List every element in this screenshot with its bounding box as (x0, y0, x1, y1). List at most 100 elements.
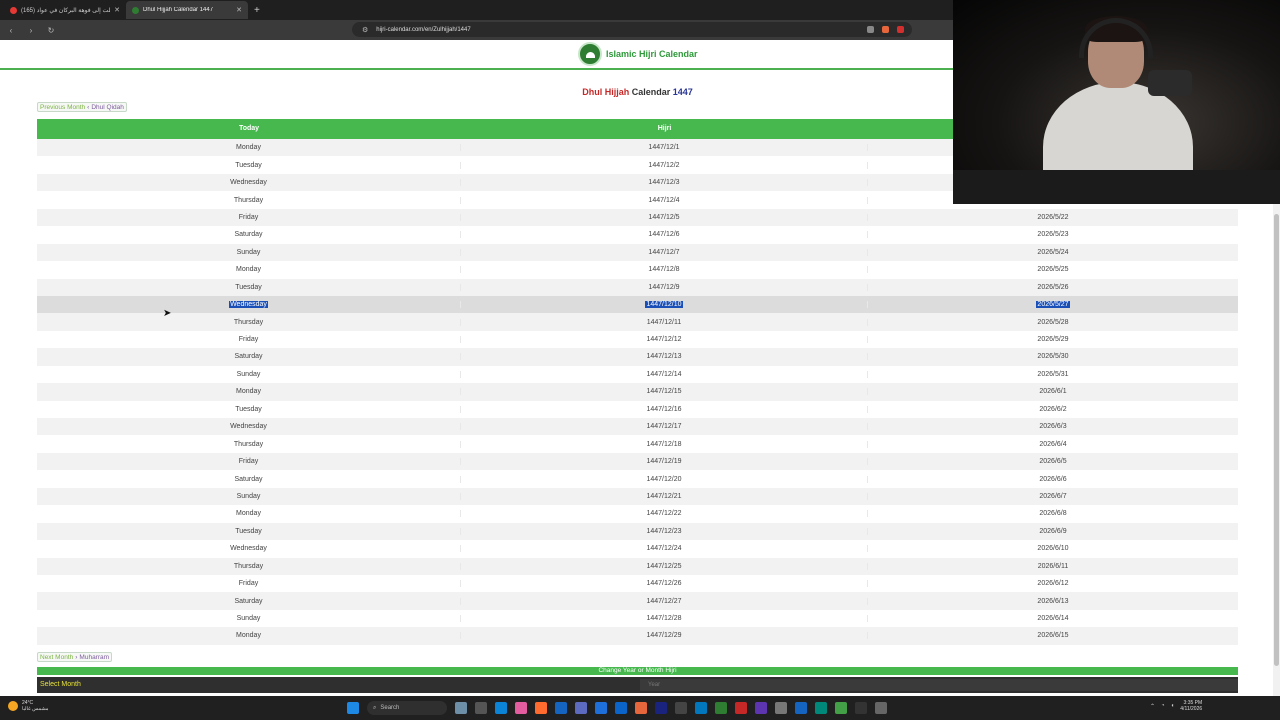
hijri-date-cell-text: 1447/12/19 (646, 458, 682, 466)
day-cell: Thursday (37, 196, 461, 204)
gregorian-date-cell: 2026/5/25 (868, 266, 1238, 273)
day-cell-text: Monday (236, 266, 261, 274)
day-cell-text: Wednesday (230, 545, 267, 553)
brave-icon[interactable] (635, 702, 647, 714)
start-icon[interactable] (347, 702, 359, 714)
photoshop-icon[interactable] (655, 702, 667, 714)
address-bar[interactable]: ⚙ hijri-calendar.com/en/Zulhijjah/1447 (352, 22, 912, 37)
gregorian-date-cell: 2026/5/31 (868, 371, 1238, 378)
hijri-date-cell: 1447/12/1 (461, 144, 868, 152)
close-icon[interactable]: ✕ (236, 6, 242, 14)
obs-icon[interactable] (735, 702, 747, 714)
site-logo[interactable]: Islamic Hijri Calendar (578, 42, 698, 66)
hijri-date-cell: 1447/12/9 (461, 283, 868, 291)
chrome-icon[interactable] (795, 702, 807, 714)
hijri-date-cell-text: 1447/12/11 (646, 318, 682, 326)
day-cell: Wednesday (37, 545, 461, 553)
day-cell-text: Friday (238, 336, 259, 344)
teams-icon[interactable] (755, 702, 767, 714)
rewards-icon[interactable] (897, 26, 904, 33)
hijri-date-cell: 1447/12/21 (461, 492, 868, 500)
day-cell: Monday (37, 266, 461, 274)
gregorian-date-cell-text: 2026/6/11 (1037, 562, 1069, 570)
day-cell: Monday (37, 388, 461, 396)
select-month-dropdown[interactable]: Select Month (40, 681, 81, 688)
hijri-date-cell-text: 1447/12/13 (646, 353, 682, 361)
gregorian-date-cell-text: 2026/6/7 (1039, 492, 1067, 500)
forward-icon[interactable]: › (26, 26, 36, 35)
table-row: Friday 1447/12/12 2026/5/29 (37, 331, 1238, 348)
day-cell-text: Saturday (234, 475, 263, 483)
hijri-date-cell: 1447/12/23 (461, 527, 868, 535)
gregorian-date-cell: 2026/6/13 (868, 598, 1238, 605)
reload-icon[interactable]: ↻ (46, 26, 56, 35)
hijri-date-cell-text: 1447/12/21 (646, 492, 682, 500)
outlook-icon[interactable] (615, 702, 627, 714)
hijri-date-cell: 1447/12/13 (461, 353, 868, 361)
tab-title: (165) وصلت إلى فوهة البركان في عواد (21, 7, 111, 14)
gregorian-date-cell-text: 2026/6/12 (1037, 580, 1069, 588)
day-cell-text: Thursday (233, 440, 264, 448)
vscode-icon[interactable] (695, 702, 707, 714)
steam-icon[interactable] (555, 702, 567, 714)
share-icon[interactable] (867, 26, 874, 33)
microphone (1148, 70, 1192, 96)
new-tab-icon[interactable]: + (248, 5, 266, 16)
edge-icon[interactable] (495, 702, 507, 714)
table-row: Saturday 1447/12/20 2026/6/6 (37, 470, 1238, 487)
hijri-date-cell-text: 1447/12/28 (646, 615, 682, 623)
hijri-date-cell-text: 1447/12/15 (646, 388, 682, 396)
settings-icon[interactable] (775, 702, 787, 714)
network-icon[interactable]: ◔ (1161, 703, 1165, 709)
day-cell: Wednesday (37, 301, 461, 309)
volume-icon[interactable]: ◖ (1171, 703, 1175, 709)
widgets-icon[interactable] (455, 702, 467, 714)
clock[interactable]: 3:35 PM 4/11/2026 (1180, 700, 1202, 712)
hijri-date-cell-text: 1447/12/26 (646, 580, 682, 588)
file-explorer-icon[interactable] (475, 702, 487, 714)
day-cell: Sunday (37, 615, 461, 623)
next-month-link[interactable]: Next Month › Muharram (37, 652, 113, 662)
hijri-date-cell-text: 1447/12/12 (646, 336, 682, 344)
hijri-date-cell-text: 1447/12/3 (648, 179, 680, 187)
gregorian-date-cell-text: 2026/6/2 (1039, 405, 1067, 413)
copilot-icon[interactable] (515, 702, 527, 714)
close-icon[interactable]: ✕ (114, 6, 120, 14)
excel-icon[interactable] (715, 702, 727, 714)
gregorian-date-cell: 2026/6/5 (868, 458, 1238, 465)
change-date-bar[interactable]: Change Year or Month Hijri (37, 667, 1238, 675)
hijri-date-cell: 1447/12/20 (461, 475, 868, 483)
firefox-icon[interactable] (535, 702, 547, 714)
table-row: Saturday 1447/12/27 2026/6/13 (37, 592, 1238, 610)
next-month-label: Next Month (40, 653, 74, 661)
weather-widget[interactable]: 24°C مشمس غالبا (8, 700, 49, 712)
table-row: Wednesday 1447/12/17 2026/6/3 (37, 418, 1238, 436)
taskbar-search[interactable]: ⌕ Search (367, 701, 447, 715)
back-icon[interactable]: ‹ (6, 26, 16, 35)
year-input[interactable]: Year (640, 679, 1238, 691)
gregorian-date-cell-text: 2026/5/31 (1037, 370, 1069, 378)
tray-chevron-icon[interactable]: ⌃ (1150, 703, 1155, 710)
app-icon[interactable] (595, 702, 607, 714)
day-cell-text: Thursday (233, 318, 264, 326)
app-green-icon[interactable] (835, 702, 847, 714)
edge-dev-icon[interactable] (815, 702, 827, 714)
scrollbar-thumb[interactable] (1274, 214, 1279, 666)
brave-shield-icon[interactable] (882, 26, 889, 33)
hijri-date-cell: 1447/12/16 (461, 405, 868, 413)
day-cell-text: Thursday (233, 196, 264, 204)
hijri-date-cell: 1447/12/29 (461, 632, 868, 640)
app-gray-icon[interactable] (875, 702, 887, 714)
previous-month-link[interactable]: Previous Month ‹ Dhul Qidah (37, 102, 127, 112)
gregorian-date-cell-text: 2026/5/23 (1037, 231, 1069, 239)
github-icon[interactable] (855, 702, 867, 714)
site-name: Islamic Hijri Calendar (606, 49, 698, 59)
browser-tab-active[interactable]: Dhul Hijjah Calendar 1447 ✕ (126, 1, 248, 19)
page-scrollbar[interactable] (1273, 204, 1280, 696)
day-cell-text: Sunday (236, 248, 261, 256)
discord-icon[interactable] (575, 702, 587, 714)
browser-tab[interactable]: (165) وصلت إلى فوهة البركان في عواد ✕ (4, 1, 126, 19)
mosque-emblem-icon (578, 42, 602, 66)
site-info-icon[interactable]: ⚙ (362, 26, 368, 34)
terminal-icon[interactable] (675, 702, 687, 714)
